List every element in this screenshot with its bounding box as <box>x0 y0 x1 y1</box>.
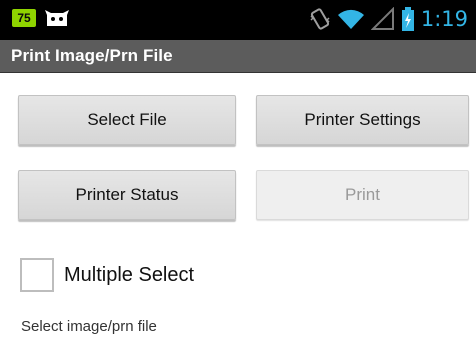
multiple-select-row[interactable]: Multiple Select <box>20 258 194 292</box>
app-title-bar: Print Image/Prn File <box>0 40 476 73</box>
wifi-icon <box>337 9 364 29</box>
multiple-select-checkbox[interactable] <box>20 258 54 292</box>
vibrate-icon <box>310 8 330 30</box>
multiple-select-label[interactable]: Multiple Select <box>64 264 194 287</box>
printer-settings-button[interactable]: Printer Settings <box>256 95 469 145</box>
status-bar-right: 1:19 <box>309 7 468 31</box>
page-title: Print Image/Prn File <box>11 46 173 65</box>
select-file-button[interactable]: Select File <box>18 95 236 145</box>
status-bar: 75 1:19 <box>0 0 476 40</box>
notification-count-badge: 75 <box>12 9 36 27</box>
select-file-hint: Select image/prn file <box>21 318 157 335</box>
battery-charging-icon <box>401 7 414 31</box>
print-button[interactable]: Print <box>256 170 469 220</box>
signal-icon <box>370 7 394 30</box>
status-time: 1:19 <box>420 7 468 31</box>
printer-status-button[interactable]: Printer Status <box>18 170 236 220</box>
status-bar-left: 75 <box>12 9 70 27</box>
cat-notification-icon <box>45 10 69 26</box>
